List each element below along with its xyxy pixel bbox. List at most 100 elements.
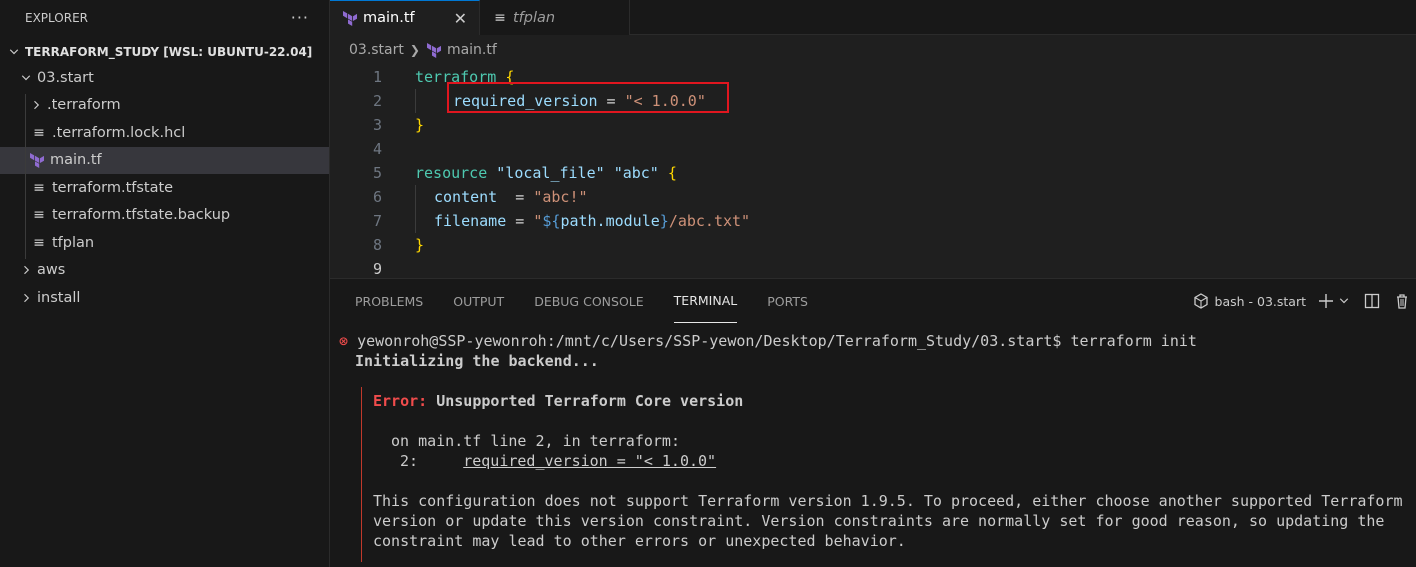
line-number: 7 — [372, 212, 382, 230]
line-number: 1 — [372, 68, 382, 86]
indent-guide — [415, 89, 416, 113]
terminal-error-source: 2: required_version = "< 1.0.0" — [400, 452, 716, 470]
code-operator: = — [506, 212, 534, 230]
chevron-down-icon — [6, 46, 22, 58]
file-lines-icon: ≡ — [33, 207, 45, 224]
terraform-icon — [426, 42, 442, 58]
code-line: 3 } — [330, 113, 1416, 137]
indent-guide — [25, 94, 26, 259]
tree-folder-03start[interactable]: 03.start — [0, 64, 329, 92]
tree-label: 03.start — [37, 69, 94, 86]
code-editor[interactable]: 1 terraform { 2 required_version = "< 1.… — [330, 65, 1416, 281]
trash-icon[interactable] — [1394, 293, 1410, 309]
breadcrumb-folder[interactable]: 03.start — [349, 42, 404, 58]
chevron-down-icon[interactable] — [1338, 295, 1350, 307]
terminal-error-message: version or update this version constrain… — [373, 512, 1385, 530]
chevron-down-icon — [18, 72, 34, 84]
split-terminal-icon[interactable] — [1364, 293, 1380, 309]
chevron-right-icon: ❯ — [409, 43, 420, 57]
breadcrumb: 03.start ❯ main.tf — [330, 35, 1416, 65]
code-brace: } — [415, 236, 425, 254]
terminal-error-location: on main.tf line 2, in terraform: — [391, 432, 680, 450]
tree-file-tfplan[interactable]: ≡ tfplan — [0, 229, 329, 257]
terminal-output[interactable]: ⊗ yewonroh@SSP-yewonroh:/mnt/c/Users/SSP… — [330, 323, 1416, 567]
line-number: 6 — [372, 188, 382, 206]
error-circle-icon: ⊗ — [339, 332, 358, 350]
code-reference: path.module — [560, 212, 660, 230]
tree-label: install — [37, 289, 81, 306]
tree-file-main-tf[interactable]: main.tf — [0, 146, 329, 174]
tree-file-tfstate[interactable]: ≡ terraform.tfstate — [0, 174, 329, 202]
error-line-code: required_version = "< 1.0.0" — [463, 452, 717, 470]
tab-main-tf[interactable]: main.tf ✕ — [330, 0, 480, 35]
tree-folder-install[interactable]: install — [0, 284, 329, 312]
code-string: "abc" — [613, 164, 659, 182]
highlight-annotation — [447, 82, 729, 113]
terraform-icon — [29, 152, 45, 169]
code-interpolation: ${ — [542, 212, 561, 230]
terminal-shell-selector[interactable]: bash - 03.start — [1193, 293, 1306, 309]
editor-tabbar: main.tf ✕ ≡ tfplan — [330, 0, 1416, 35]
code-attribute: content — [434, 188, 498, 206]
error-title: Unsupported Terraform Core version — [436, 392, 744, 410]
tree-label: terraform.tfstate.backup — [52, 207, 231, 224]
panel-actions: bash - 03.start — [1193, 279, 1416, 323]
tab-terminal[interactable]: TERMINAL — [673, 279, 738, 323]
tree-folder-aws[interactable]: aws — [0, 257, 329, 285]
code-interpolation: } — [659, 212, 669, 230]
terminal-init-line: Initializing the backend... — [355, 352, 599, 370]
terminal-shell-icon — [1193, 293, 1209, 309]
code-line: 4 — [330, 137, 1416, 161]
terminal-error-heading: Error: Unsupported Terraform Core versio… — [373, 392, 743, 410]
chevron-right-icon — [18, 292, 34, 304]
close-icon[interactable]: ✕ — [454, 9, 467, 28]
terminal-prompt-line: ⊗ yewonroh@SSP-yewonroh:/mnt/c/Users/SSP… — [339, 332, 1197, 350]
file-lines-icon: ≡ — [33, 179, 45, 196]
tree-label: main.tf — [50, 152, 102, 169]
terminal-prompt: yewonroh@SSP-yewonroh:/mnt/c/Users/SSP-y… — [357, 332, 1197, 350]
code-brace: { — [667, 164, 677, 182]
chevron-right-icon — [28, 99, 44, 111]
code-line: 8 } — [330, 233, 1416, 257]
line-number: 2 — [372, 92, 382, 110]
file-lines-icon: ≡ — [33, 234, 45, 251]
explorer-header: EXPLORER ··· — [0, 0, 329, 35]
editor-area: main.tf ✕ ≡ tfplan 03.start ❯ main.tf 1 … — [330, 0, 1416, 278]
bottom-panel: PROBLEMS OUTPUT DEBUG CONSOLE TERMINAL P… — [330, 278, 1416, 567]
tab-ports[interactable]: PORTS — [767, 279, 808, 323]
explorer-title: EXPLORER — [25, 10, 88, 25]
tree-file-lock[interactable]: ≡ .terraform.lock.hcl — [0, 119, 329, 147]
code-line: 6 content = "abc!" — [330, 185, 1416, 209]
breadcrumb-file[interactable]: main.tf — [447, 42, 497, 58]
tab-label: main.tf — [363, 10, 415, 26]
line-number: 4 — [372, 140, 382, 158]
file-lines-icon: ≡ — [33, 124, 45, 141]
code-brace: } — [415, 116, 425, 134]
line-number: 3 — [372, 116, 382, 134]
tab-output[interactable]: OUTPUT — [453, 279, 504, 323]
code-string: "abc!" — [533, 188, 588, 206]
workspace-root[interactable]: TERRAFORM_STUDY [WSL: UBUNTU-22.04] — [0, 40, 329, 64]
more-actions-icon[interactable]: ··· — [291, 8, 309, 27]
code-string: "local_file" — [496, 164, 605, 182]
tree-folder-terraform[interactable]: .terraform — [0, 92, 329, 120]
tree-label: .terraform — [47, 97, 121, 114]
code-attribute: filename — [434, 212, 507, 230]
code-string: /abc.txt" — [668, 212, 751, 230]
file-lines-icon: ≡ — [494, 9, 506, 26]
chevron-right-icon — [18, 264, 34, 276]
tree-label: .terraform.lock.hcl — [52, 124, 186, 141]
terminal-error-message: This configuration does not support Terr… — [373, 492, 1403, 510]
add-terminal-icon[interactable] — [1318, 293, 1334, 309]
tree-file-tfstate-backup[interactable]: ≡ terraform.tfstate.backup — [0, 202, 329, 230]
line-number: 9 — [372, 260, 382, 278]
error-gutter — [361, 387, 362, 562]
error-label: Error: — [373, 392, 428, 410]
code-keyword: resource — [415, 164, 488, 182]
error-line-number: 2: — [400, 452, 419, 470]
tab-debug-console[interactable]: DEBUG CONSOLE — [534, 279, 643, 323]
indent-guide — [415, 185, 416, 233]
tab-problems[interactable]: PROBLEMS — [355, 279, 423, 323]
tree-label: aws — [37, 262, 66, 279]
tab-tfplan[interactable]: ≡ tfplan — [480, 0, 630, 35]
